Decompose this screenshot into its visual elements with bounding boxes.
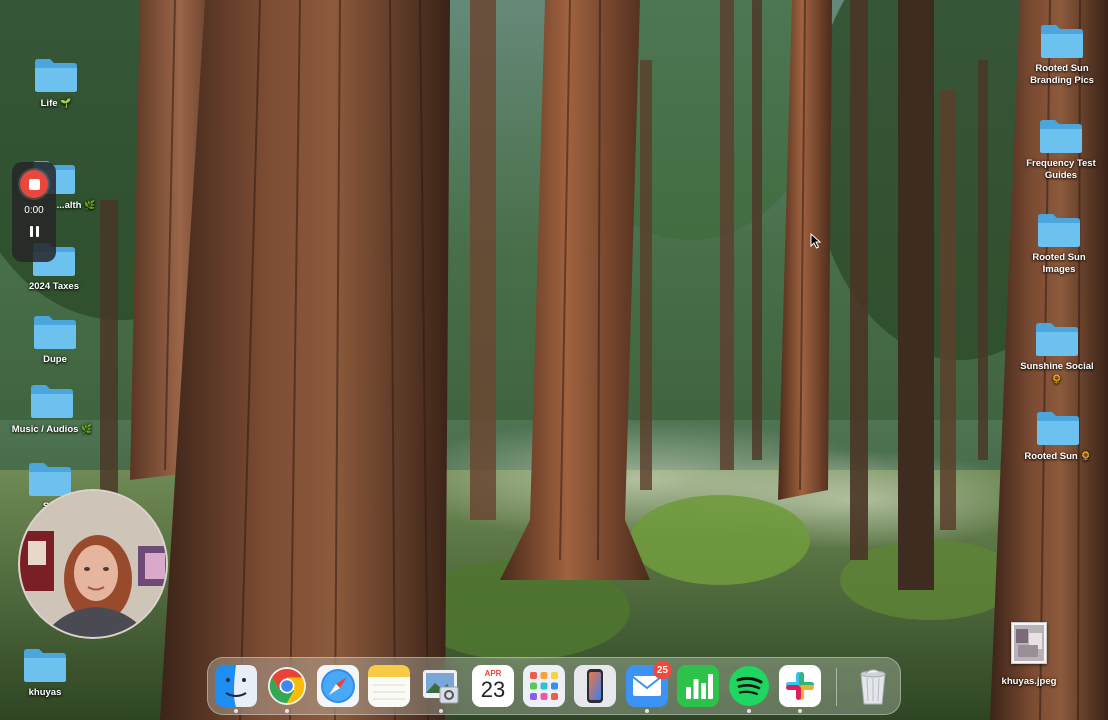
folder-label: Music / Audios <box>11 424 79 435</box>
folder-label: Frequency Test Guides <box>1026 158 1096 181</box>
folder-icon <box>1036 211 1082 249</box>
folder-label: Sunshine Social <box>1020 361 1094 372</box>
dock-item-launchpad[interactable] <box>523 665 565 707</box>
dock-item-numbers[interactable] <box>677 665 719 707</box>
dock-item-slack[interactable] <box>779 665 821 713</box>
folder-icon <box>32 313 78 351</box>
webcam-bubble[interactable] <box>18 489 168 639</box>
recording-timer: 0:00 <box>24 205 44 216</box>
desktop-folder-frequency-test-guides[interactable]: Frequency Test Guides <box>1015 117 1107 182</box>
pause-icon <box>29 226 33 237</box>
calendar-day: 23 <box>480 677 506 702</box>
folder-label: Life <box>40 98 58 109</box>
desktop-folder-khuyas[interactable]: khuyas <box>0 646 91 699</box>
desktop-folder-rooted-sun[interactable]: Rooted Sun 🌻 <box>1012 409 1104 463</box>
pause-icon-bar <box>35 226 39 237</box>
herb-icon: 🌿 <box>81 424 93 434</box>
running-indicator <box>798 709 802 713</box>
folder-icon <box>22 646 68 684</box>
running-indicator <box>747 709 751 713</box>
dock-item-iphone-mirroring[interactable] <box>574 665 616 707</box>
chrome-icon <box>268 667 306 705</box>
mail-unread-badge: 25 <box>652 661 672 679</box>
sunflower-icon: 🌻 <box>1051 374 1063 384</box>
dock-item-notes[interactable] <box>368 665 410 707</box>
dock: APR 23 25 <box>207 657 901 715</box>
screen-recorder-controls: 0:00 <box>12 162 56 262</box>
running-indicator <box>234 709 238 713</box>
seedling-icon: 🌱 <box>60 98 72 108</box>
stop-recording-button[interactable] <box>20 170 48 198</box>
folder-label: Dupe <box>43 354 67 365</box>
running-indicator <box>285 709 289 713</box>
preview-icon <box>423 670 459 704</box>
numbers-icon <box>677 665 719 707</box>
dock-item-calendar[interactable]: APR 23 <box>472 665 514 707</box>
desktop-folder-rooted-sun-images[interactable]: Rooted Sun Images <box>1013 211 1105 276</box>
herb-icon: 🌿 <box>84 200 96 210</box>
launchpad-icon <box>523 665 565 707</box>
safari-icon <box>317 665 359 707</box>
desktop-folder-sunshine-social[interactable]: Sunshine Social 🌻 <box>1011 320 1103 386</box>
pause-recording-button[interactable] <box>27 226 41 240</box>
dock-item-spotify[interactable] <box>728 665 770 713</box>
running-indicator <box>439 709 443 713</box>
image-thumbnail-icon <box>1011 622 1047 664</box>
file-label: khuyas.jpeg <box>1001 676 1057 687</box>
iphone-mirroring-icon <box>574 665 616 707</box>
folder-label: Rooted Sun <box>1024 451 1078 462</box>
sunflower-icon: 🌻 <box>1080 451 1092 461</box>
folder-icon <box>27 460 73 498</box>
folder-icon <box>1038 117 1084 155</box>
desktop-wallpaper <box>0 0 1108 720</box>
running-indicator <box>645 709 649 713</box>
dock-item-preview[interactable] <box>420 665 462 713</box>
stop-icon <box>28 178 40 190</box>
slack-icon <box>779 665 821 707</box>
folder-icon <box>1034 320 1080 358</box>
folder-label: Rooted Sun Images <box>1032 252 1086 275</box>
webcam-feed <box>20 491 166 637</box>
dock-separator <box>836 668 837 706</box>
desktop-folder-rooted-sun-branding-pics[interactable]: Rooted Sun Branding Pics <box>1016 22 1108 87</box>
folder-icon <box>33 56 79 94</box>
desktop-folder-dupe[interactable]: Dupe <box>9 313 101 366</box>
dock-item-trash[interactable] <box>852 665 894 707</box>
finder-icon <box>215 665 257 707</box>
folder-label: khuyas <box>28 687 62 698</box>
folder-label: 2024 Taxes <box>28 281 79 292</box>
trash-icon <box>860 669 886 705</box>
spotify-icon <box>729 666 769 706</box>
notes-icon <box>368 665 410 707</box>
dock-item-chrome[interactable] <box>266 665 308 713</box>
dock-item-safari[interactable] <box>317 665 359 707</box>
folder-label: Rooted Sun Branding Pics <box>1030 63 1094 86</box>
dock-item-mail[interactable]: 25 <box>626 661 672 713</box>
folder-icon <box>1039 22 1085 60</box>
folder-icon <box>1035 409 1081 447</box>
dock-item-finder[interactable] <box>215 665 257 713</box>
folder-label: ...alth <box>56 200 82 211</box>
folder-icon <box>29 382 75 420</box>
desktop-folder-music-audios[interactable]: Music / Audios 🌿 <box>6 382 98 436</box>
mouse-cursor-icon <box>810 233 822 249</box>
desktop-folder-life[interactable]: Life 🌱 <box>10 56 102 110</box>
